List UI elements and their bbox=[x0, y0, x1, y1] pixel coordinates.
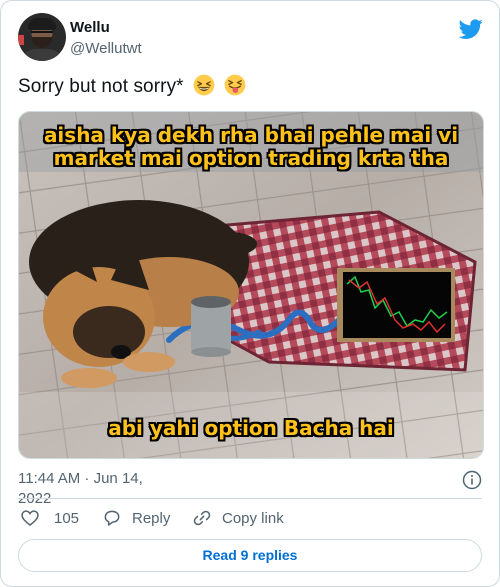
tweet-text: Sorry but not sorry* bbox=[18, 74, 246, 98]
author-name[interactable]: Wellu bbox=[70, 19, 110, 36]
like-count: 105 bbox=[54, 509, 80, 527]
heart-icon bbox=[21, 510, 39, 527]
meme-caption-top-line2: market mai option trading krta tha bbox=[53, 146, 449, 170]
like-button[interactable]: 105 bbox=[20, 506, 79, 530]
tweet-timestamp[interactable]: 11:44 AM · Jun 14, 2022 bbox=[18, 469, 178, 509]
avatar[interactable] bbox=[18, 13, 66, 61]
twitter-bird-icon[interactable] bbox=[459, 17, 483, 41]
meme-caption-bottom: abi yahi option Bacha hai bbox=[108, 416, 394, 440]
divider bbox=[18, 498, 482, 499]
tweet-card: Wellu @Wellutwt Sorry but not sorry* ais… bbox=[0, 0, 500, 587]
reply-label: Reply bbox=[132, 509, 171, 527]
read-replies-button[interactable]: Read 9 replies bbox=[18, 539, 482, 572]
link-icon bbox=[193, 510, 211, 526]
tweet-image[interactable]: aisha kya dekh rha bhai pehle mai vi mar… bbox=[18, 111, 484, 459]
copy-link-button[interactable]: Copy link bbox=[192, 506, 284, 530]
reply-bubble-icon bbox=[104, 510, 120, 526]
meme-caption-top-line1: aisha kya dekh rha bhai pehle mai vi bbox=[43, 123, 459, 147]
copy-link-label: Copy link bbox=[222, 509, 284, 527]
reply-button[interactable]: Reply bbox=[102, 506, 170, 530]
squinting-face-with-tongue-emoji-icon bbox=[225, 74, 246, 96]
tweet-body: Sorry but not sorry* bbox=[18, 76, 184, 97]
author-handle[interactable]: @Wellutwt bbox=[70, 40, 142, 57]
grinning-squinting-face-emoji-icon bbox=[193, 74, 215, 96]
tweet-header: Wellu @Wellutwt bbox=[18, 13, 483, 63]
info-icon[interactable] bbox=[462, 470, 482, 490]
